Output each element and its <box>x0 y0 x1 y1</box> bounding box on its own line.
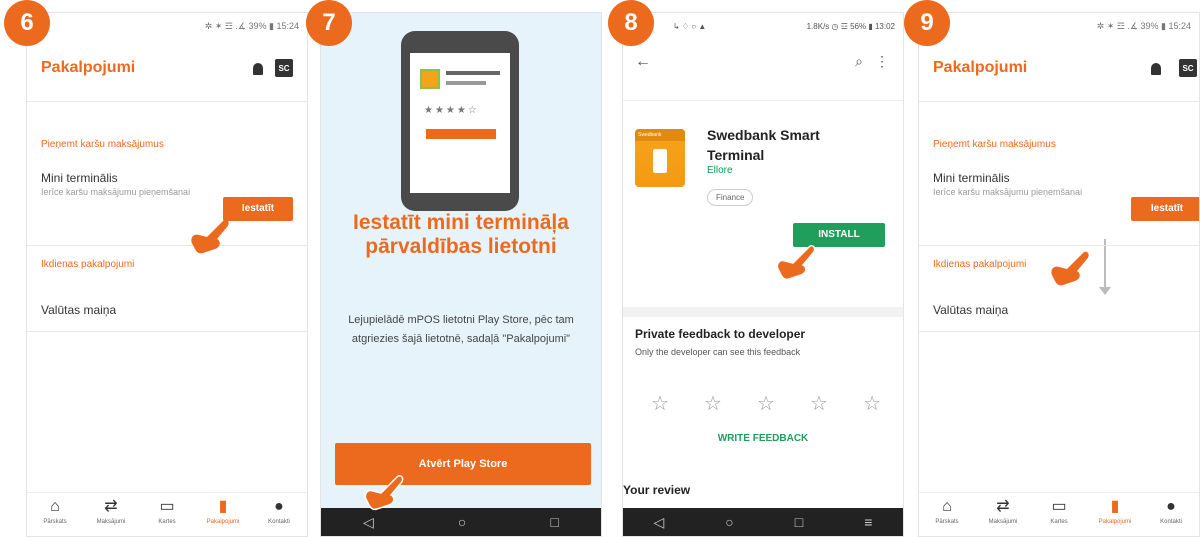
mini-terminal-subtitle: Ierīce karšu maksājumu pieņemšanai <box>933 187 1083 197</box>
your-review-heading: Your review <box>623 483 691 497</box>
pointing-hand-icon <box>361 471 405 511</box>
mini-terminal-title: Mini terminālis <box>41 171 118 185</box>
screen-step-9: ✲ ✶ ☲ .∡ 39% ▮ 15:24 Pakalpojumi SC Pieņ… <box>918 12 1200 537</box>
notification-drawer-icon[interactable]: ≡ <box>864 514 872 530</box>
currency-exchange-item[interactable]: Valūtas maiņa <box>933 303 1008 317</box>
recents-icon[interactable]: □ <box>795 514 803 530</box>
android-nav-bar: ◁ ○ □ ≡ <box>623 508 903 536</box>
pointing-hand-icon <box>187 215 231 255</box>
bell-icon[interactable] <box>1151 63 1161 75</box>
divider <box>27 331 307 332</box>
section-card-payments: Pieņemt karšu maksājumus <box>41 139 164 150</box>
android-nav-bar: ◁ ○ □ <box>321 508 601 536</box>
tab-payments[interactable]: ⇄ Maksājumi <box>975 493 1031 536</box>
terminal-icon: ▮ <box>218 498 228 515</box>
section-daily-services: Ikdienas pakalpojumi <box>41 259 135 270</box>
phone-illustration: ★★★★☆ <box>401 31 519 211</box>
home-circle-icon[interactable]: ○ <box>458 514 466 530</box>
step-number-8: 8 <box>608 0 654 46</box>
section-daily-services: Ikdienas pakalpojumi <box>933 259 1027 270</box>
play-store-toolbar: ← ⌕ ⋮ <box>623 39 903 101</box>
home-circle-icon[interactable]: ○ <box>725 514 733 530</box>
setup-instructions: Lejupielādē mPOS lietotni Play Store, pē… <box>348 314 574 345</box>
transfer-icon: ⇄ <box>996 498 1010 515</box>
chat-icon: ● <box>1166 498 1176 515</box>
star-icon[interactable]: ☆ <box>810 391 828 416</box>
status-bar: ✲ ✶ ☲ .∡ 39% ▮ 15:24 <box>1096 21 1191 31</box>
status-bar: ↳ ♢ ○ ▲ 1.8K/s ◷ ☲ 56% ▮ 13:02 <box>623 13 903 39</box>
currency-exchange-item[interactable]: Valūtas maiņa <box>41 303 116 317</box>
bottom-tab-bar: ⌂ Pārskats ⇄ Maksājumi ▭ Kartes ▮ Pakalpojum… <box>27 492 307 536</box>
star-icon[interactable]: ☆ <box>651 391 669 416</box>
tab-overview[interactable]: ⌂ Pārskats <box>919 493 975 536</box>
tab-cards[interactable]: ▭ Kartes <box>1031 493 1087 536</box>
tab-services[interactable]: ▮ Pakalpojumi <box>195 493 251 536</box>
step-number-9: 9 <box>904 0 950 46</box>
rating-stars: ☆ ☆ ☆ ☆ ☆ <box>651 391 881 416</box>
screen-step-7: ★★★★☆ Iestatīt mini termināļa pārvaldība… <box>320 12 602 537</box>
app-bar: Pakalpojumi SC <box>919 53 1199 83</box>
card-icon: ▭ <box>1051 498 1067 515</box>
screen-step-6: ✲ ✶ ☲ .∡ 39% ▮ 15:24 Pakalpojumi SC Pieņ… <box>26 12 308 537</box>
more-options-icon[interactable]: ⋮ <box>875 53 889 70</box>
setup-button[interactable]: Iestatīt <box>1131 197 1199 221</box>
recents-icon[interactable]: □ <box>550 514 558 530</box>
setup-headline: Iestatīt mini termināļa pārvaldības liet… <box>353 211 569 258</box>
star-icon[interactable]: ☆ <box>863 391 881 416</box>
swedbank-app-icon: Swedbank <box>635 129 685 187</box>
divider <box>919 331 1199 332</box>
section-divider <box>623 307 903 317</box>
pointing-hand-icon <box>1047 247 1091 287</box>
category-chip[interactable]: Finance <box>707 189 754 206</box>
feedback-subtitle: Only the developer can see this feedback <box>635 347 801 357</box>
back-icon[interactable]: ◁ <box>363 514 374 531</box>
bottom-tab-bar: ⌂ Pārskats ⇄ Maksājumi ▭ Kartes ▮ Pakalpojum… <box>919 492 1199 536</box>
step-number-7: 7 <box>306 0 352 46</box>
search-icon[interactable]: ⌕ <box>855 53 863 70</box>
app-thumbnail-icon <box>420 69 440 89</box>
page-title: Pakalpojumi <box>933 59 1028 76</box>
setup-button[interactable]: Iestatīt <box>223 197 293 221</box>
tab-overview[interactable]: ⌂ Pārskats <box>27 493 83 536</box>
divider <box>27 101 307 102</box>
sc-icon[interactable]: SC <box>275 59 293 77</box>
chat-icon: ● <box>274 498 284 515</box>
terminal-device-icon <box>653 149 667 173</box>
tab-cards[interactable]: ▭ Kartes <box>139 493 195 536</box>
screen-step-8: ↳ ♢ ○ ▲ 1.8K/s ◷ ☲ 56% ▮ 13:02 ← ⌕ ⋮ Swe… <box>622 12 904 537</box>
developer-link[interactable]: Ellore <box>707 165 733 176</box>
divider <box>919 245 1199 246</box>
tab-contacts[interactable]: ● Kontakti <box>1143 493 1199 536</box>
page-title: Pakalpojumi <box>41 59 136 76</box>
back-icon[interactable]: ◁ <box>654 514 665 531</box>
home-icon: ⌂ <box>942 498 952 515</box>
back-arrow-icon[interactable]: ← <box>635 53 651 71</box>
tab-services[interactable]: ▮ Pakalpojumi <box>1087 493 1143 536</box>
star-icon[interactable]: ☆ <box>757 391 775 416</box>
swipe-down-arrow-icon <box>1099 239 1111 295</box>
mini-terminal-subtitle: Ierīce karšu maksājumu pieņemšanai <box>41 187 191 197</box>
tab-payments[interactable]: ⇄ Maksājumi <box>83 493 139 536</box>
home-icon: ⌂ <box>50 498 60 515</box>
tab-contacts[interactable]: ● Kontakti <box>251 493 307 536</box>
step-number-6: 6 <box>4 0 50 46</box>
bell-icon[interactable] <box>253 63 263 75</box>
app-bar: Pakalpojumi SC <box>27 53 307 83</box>
app-name: Swedbank Smart Terminal <box>707 127 820 163</box>
terminal-icon: ▮ <box>1110 498 1120 515</box>
status-bar: ✲ ✶ ☲ .∡ 39% ▮ 15:24 <box>204 21 299 31</box>
sc-icon[interactable]: SC <box>1179 59 1197 77</box>
feedback-title: Private feedback to developer <box>635 327 806 341</box>
transfer-icon: ⇄ <box>104 498 118 515</box>
section-card-payments: Pieņemt karšu maksājumus <box>933 139 1056 150</box>
pointing-hand-icon <box>773 241 817 281</box>
divider <box>919 101 1199 102</box>
mini-terminal-title: Mini terminālis <box>933 171 1010 185</box>
divider <box>27 245 307 246</box>
star-icon[interactable]: ☆ <box>704 391 722 416</box>
card-icon: ▭ <box>159 498 175 515</box>
write-feedback-link[interactable]: WRITE FEEDBACK <box>623 433 903 444</box>
rating-stars-icon: ★★★★☆ <box>424 105 479 116</box>
